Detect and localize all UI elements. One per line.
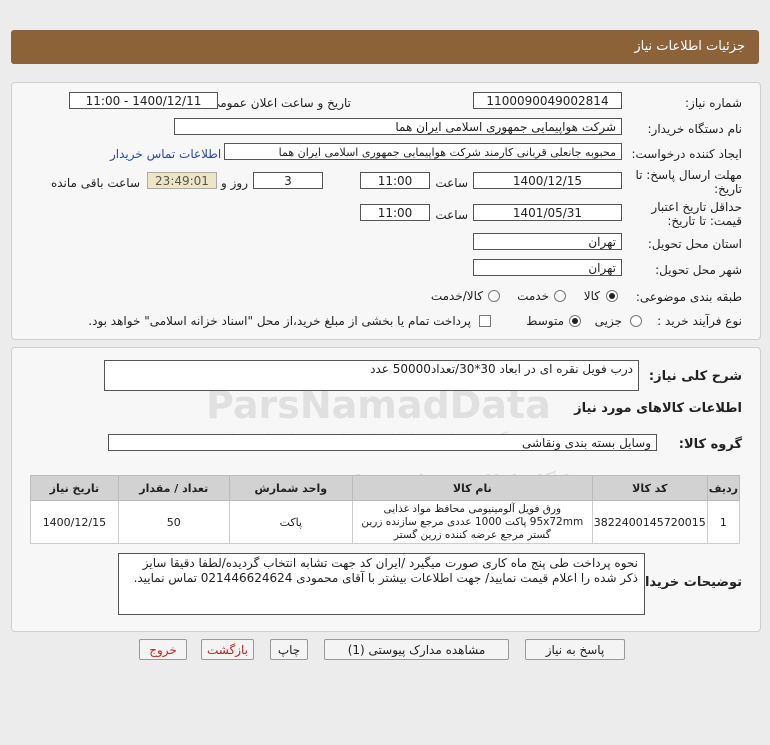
days-field: 3	[253, 172, 323, 189]
requester-label: ایجاد کننده درخواست:	[631, 147, 742, 161]
category-option-goods-service: کالا/خدمت	[430, 289, 483, 303]
col-header-unit: واحد شمارش	[228, 475, 353, 501]
requester-field: محبوبه جانعلی قربانی کارمند شرکت هواپیما…	[224, 143, 622, 160]
send-time-field: 11:00	[360, 172, 430, 189]
table-row: 1 3822400145720015 ورق فویل آلومینیومی م…	[30, 500, 741, 544]
goods-group-field: وسایل بسته بندی ونقاشی	[108, 434, 657, 451]
send-hour-label: ساعت	[435, 176, 468, 190]
exit-button[interactable]: خروج	[139, 639, 187, 660]
buyer-notes-label: توضیحات خریدار:	[632, 575, 742, 590]
cell-row: 1	[706, 500, 741, 544]
announce-field: 1400/12/11 - 11:00	[69, 92, 218, 109]
category-option-goods: کالا	[583, 289, 600, 303]
goods-group-label: گروه کالا:	[678, 437, 742, 452]
process-radio-minor[interactable]	[630, 315, 642, 327]
back-button[interactable]: بازگشت	[201, 639, 254, 660]
validity-hour-label: ساعت	[435, 208, 468, 222]
cell-name: ورق فویل آلومینیومی محافظ مواد غذایی 95x…	[351, 500, 593, 544]
col-header-date: تاریخ نیاز	[30, 475, 119, 501]
category-radio-goods[interactable]	[606, 290, 618, 302]
col-header-row: ردیف	[706, 475, 741, 501]
treasury-checkbox[interactable]	[479, 315, 491, 327]
process-radio-medium[interactable]	[569, 315, 581, 327]
goods-info-title: اطلاعات کالاهای مورد نیاز	[574, 401, 742, 416]
process-option-minor: جزیی	[594, 314, 622, 328]
days-label: روز و	[221, 176, 248, 190]
cell-qty: 50	[117, 500, 230, 544]
page-title: جزئیات اطلاعات نیاز	[634, 39, 745, 54]
print-button[interactable]: چاپ	[270, 639, 308, 660]
validity-time-field: 11:00	[360, 204, 430, 221]
process-label: نوع فرآیند خرید :	[657, 314, 742, 328]
category-radio-goods-service[interactable]	[488, 290, 500, 302]
process-option-medium: متوسط	[526, 314, 564, 328]
buyer-contact-link[interactable]: اطلاعات تماس خریدار	[110, 147, 221, 161]
category-option-service: خدمت	[517, 289, 549, 303]
send-date-field: 1400/12/15	[473, 172, 622, 189]
general-desc-field: درب فویل نقره ای در ابعاد 30*30/تعداد500…	[104, 360, 639, 391]
announce-label: تاریخ و ساعت اعلان عمومی:	[206, 96, 351, 110]
col-header-qty: تعداد / مقدار	[117, 475, 230, 501]
category-radio-service[interactable]	[554, 290, 566, 302]
buyer-notes-field: نحوه پرداخت طی پنج ماه کاری صورت میگیرد …	[118, 553, 645, 615]
remaining-label: ساعت باقی مانده	[50, 176, 140, 190]
buyer-org-label: نام دستگاه خریدار:	[647, 122, 743, 136]
general-desc-label: شرح کلی نیاز:	[648, 369, 742, 384]
need-number-field: 1100090049002814	[473, 92, 622, 109]
category-label: طبقه بندی موضوعی:	[635, 290, 742, 304]
city-field: تهران	[473, 259, 622, 276]
validity-date-field: 1401/05/31	[473, 204, 622, 221]
province-label: استان محل تحویل:	[647, 237, 742, 251]
reply-button[interactable]: پاسخ به نیاز	[525, 639, 625, 660]
province-field: تهران	[473, 233, 622, 250]
cell-date: 1400/12/15	[30, 500, 119, 544]
send-deadline-label: مهلت ارسال پاسخ: تا	[635, 168, 742, 182]
need-number-label: شماره نیاز:	[685, 96, 742, 110]
page-header: جزئیات اطلاعات نیاز	[11, 30, 759, 64]
validity-label: حداقل تاریخ اعتبار	[651, 200, 742, 214]
cell-code: 3822400145720015	[591, 500, 708, 544]
send-deadline-label-date: تاریخ:	[714, 182, 742, 196]
col-header-code: کد کالا	[591, 475, 708, 501]
attachments-button[interactable]: مشاهده مدارک پیوستی (1)	[324, 639, 509, 660]
buyer-org-field: شرکت هواپیمایی جمهوری اسلامی ایران هما	[174, 118, 622, 135]
goods-table: ردیف کد کالا نام کالا واحد شمارش تعداد /…	[30, 475, 741, 544]
payment-note: پرداخت تمام یا بخشی از مبلغ خرید،از محل …	[88, 314, 471, 328]
col-header-name: نام کالا	[351, 475, 593, 501]
remaining-time-field: 23:49:01	[147, 172, 217, 189]
validity-label-date: قیمت: تا تاریخ:	[667, 214, 742, 228]
goods-table-header: ردیف کد کالا نام کالا واحد شمارش تعداد /…	[30, 475, 741, 501]
city-label: شهر محل تحویل:	[655, 263, 742, 277]
cell-unit: پاکت	[228, 500, 353, 544]
